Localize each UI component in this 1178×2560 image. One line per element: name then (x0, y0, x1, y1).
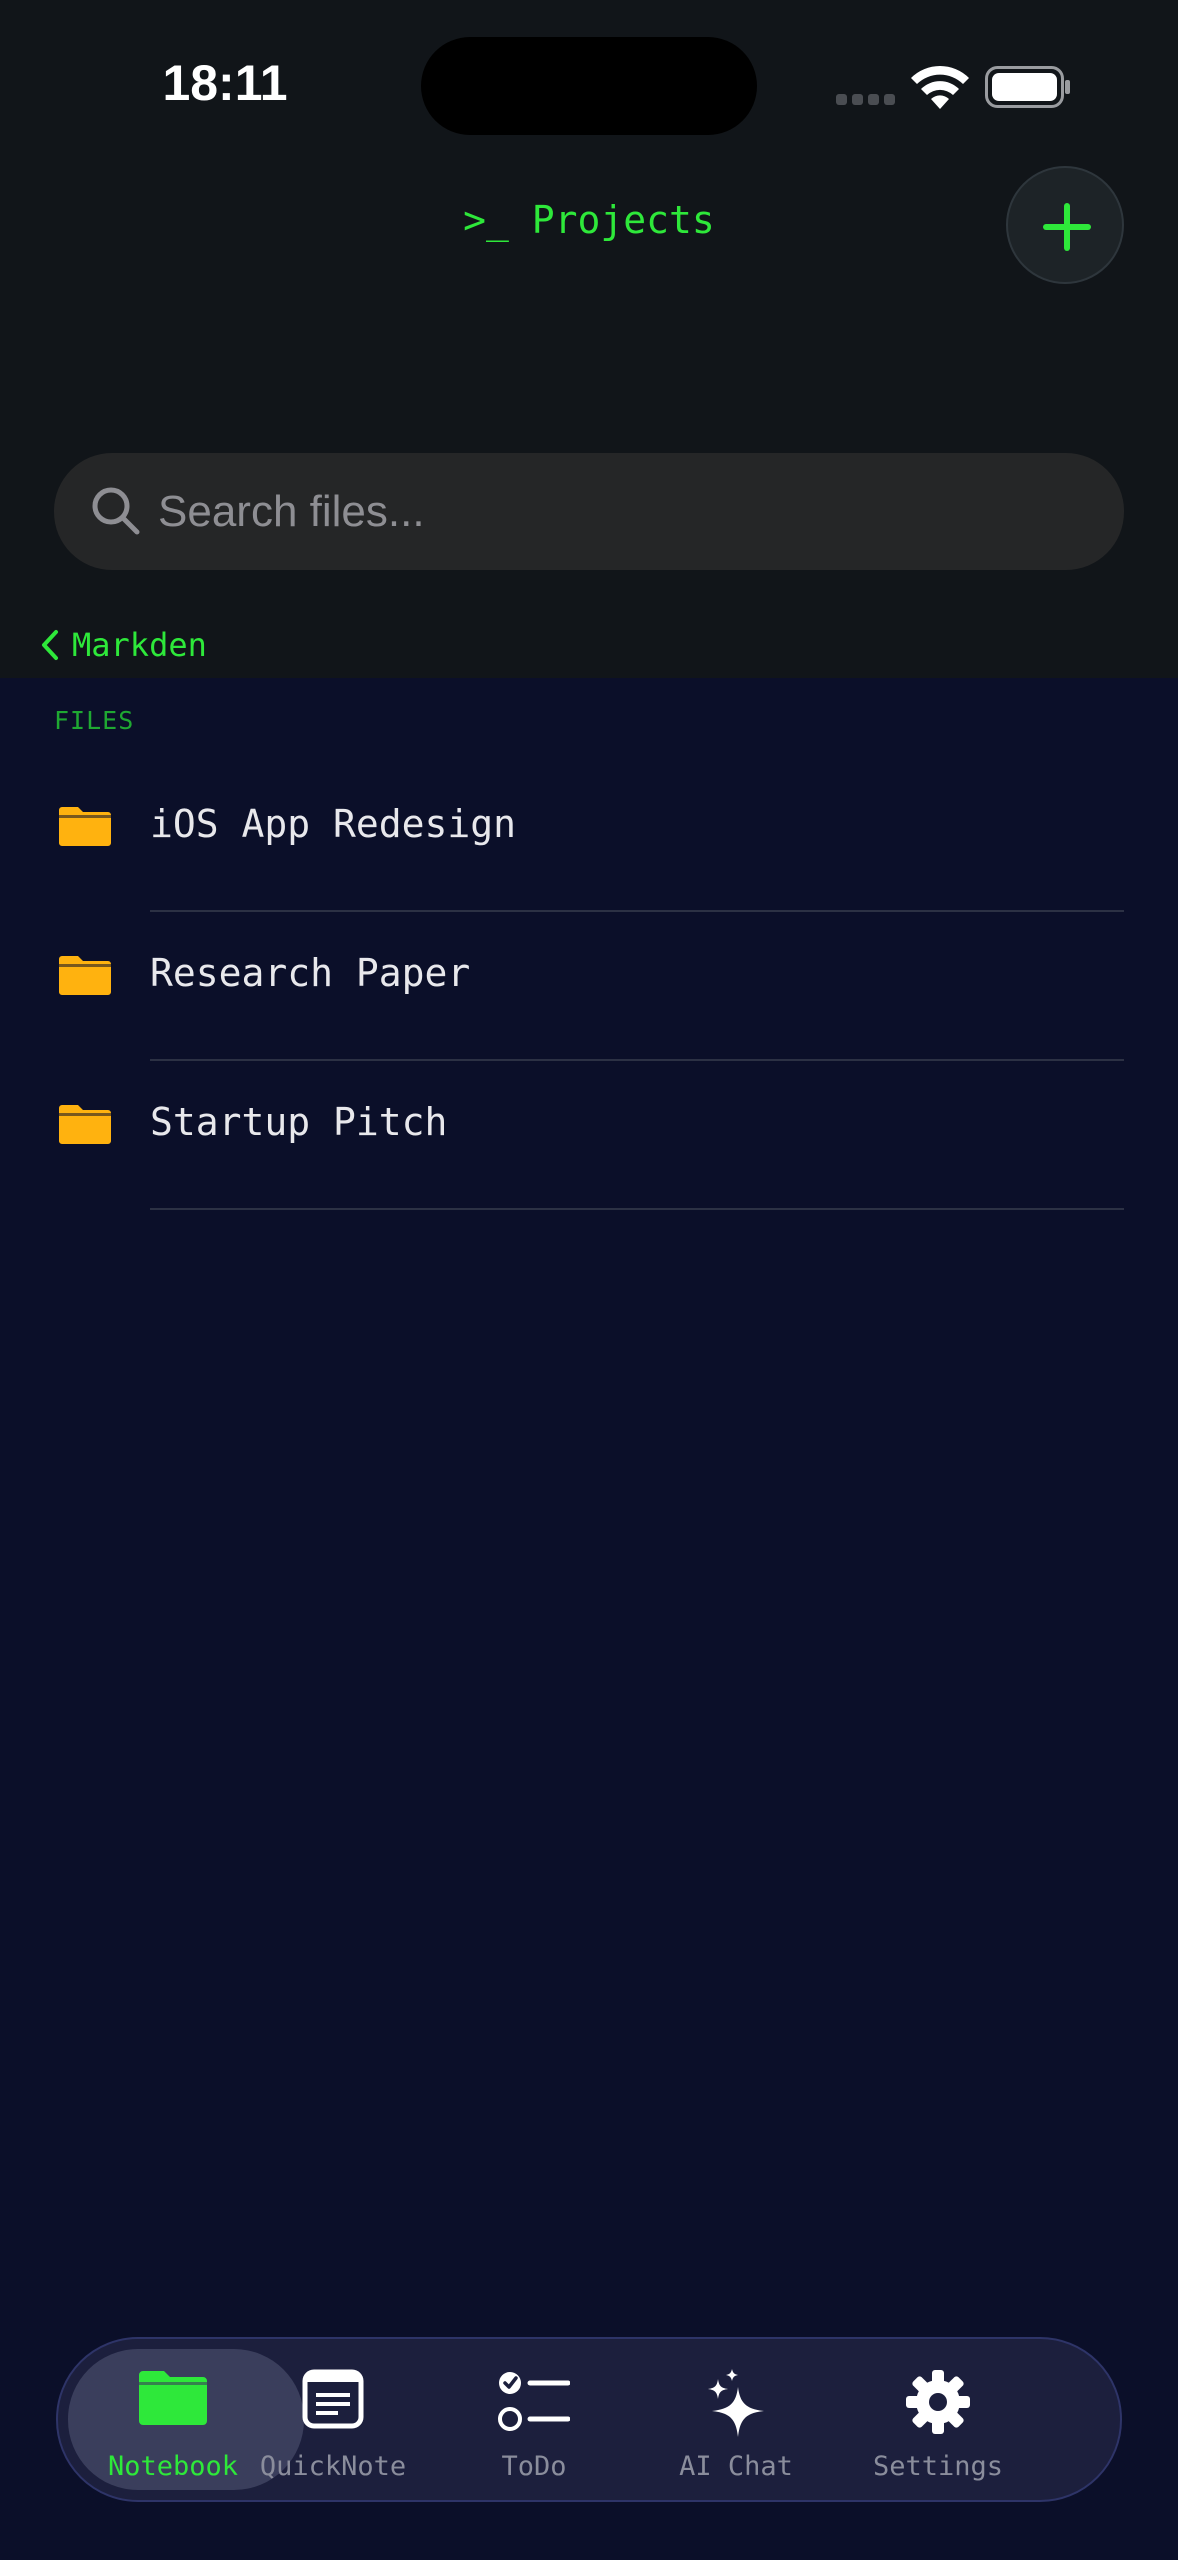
tab-settings[interactable]: Settings (823, 2339, 1053, 2500)
folder-icon (59, 1105, 111, 1144)
section-header-files: FILES (54, 706, 135, 735)
file-name: Startup Pitch (150, 1100, 448, 1144)
sparkles-icon (708, 2369, 764, 2437)
battery-icon (985, 66, 1070, 108)
file-name: Research Paper (150, 951, 471, 995)
file-row[interactable]: iOS App Redesign (0, 762, 1178, 912)
note-icon (302, 2369, 364, 2429)
chevron-left-icon (42, 630, 58, 660)
file-name: iOS App Redesign (150, 802, 517, 846)
tab-quicknote[interactable]: QuickNote (218, 2339, 448, 2500)
folder-icon (139, 2371, 207, 2425)
tab-label: QuickNote (259, 2451, 407, 2482)
tab-label: Settings (872, 2451, 1004, 2482)
tab-todo[interactable]: ToDo (419, 2339, 649, 2500)
search-bar[interactable] (54, 453, 1124, 570)
tab-bar: Notebook QuickNote ToDo AI Chat Settings (56, 2337, 1122, 2502)
file-row[interactable]: Research Paper (0, 911, 1178, 1061)
plus-icon (1043, 203, 1091, 251)
header: 18:11 >_ Projects Markden (0, 0, 1178, 678)
search-input[interactable] (158, 453, 1078, 570)
add-button[interactable] (1006, 166, 1124, 284)
divider (150, 1208, 1124, 1210)
page-title: >_ Projects (463, 198, 715, 242)
file-row[interactable]: Startup Pitch (0, 1060, 1178, 1210)
back-label: Markden (72, 626, 207, 664)
checklist-icon (498, 2372, 570, 2431)
tab-label: ToDo (501, 2451, 567, 2482)
status-time: 18:11 (162, 55, 288, 111)
tab-ai-chat[interactable]: AI Chat (621, 2339, 851, 2500)
wifi-icon (911, 65, 969, 109)
search-icon (92, 487, 140, 535)
gear-icon (906, 2370, 970, 2434)
cellular-signal-icon (836, 94, 896, 106)
back-button[interactable]: Markden (40, 620, 207, 670)
tab-label: AI Chat (679, 2451, 793, 2482)
folder-icon (59, 956, 111, 995)
folder-icon (59, 807, 111, 846)
dynamic-island (421, 37, 757, 135)
